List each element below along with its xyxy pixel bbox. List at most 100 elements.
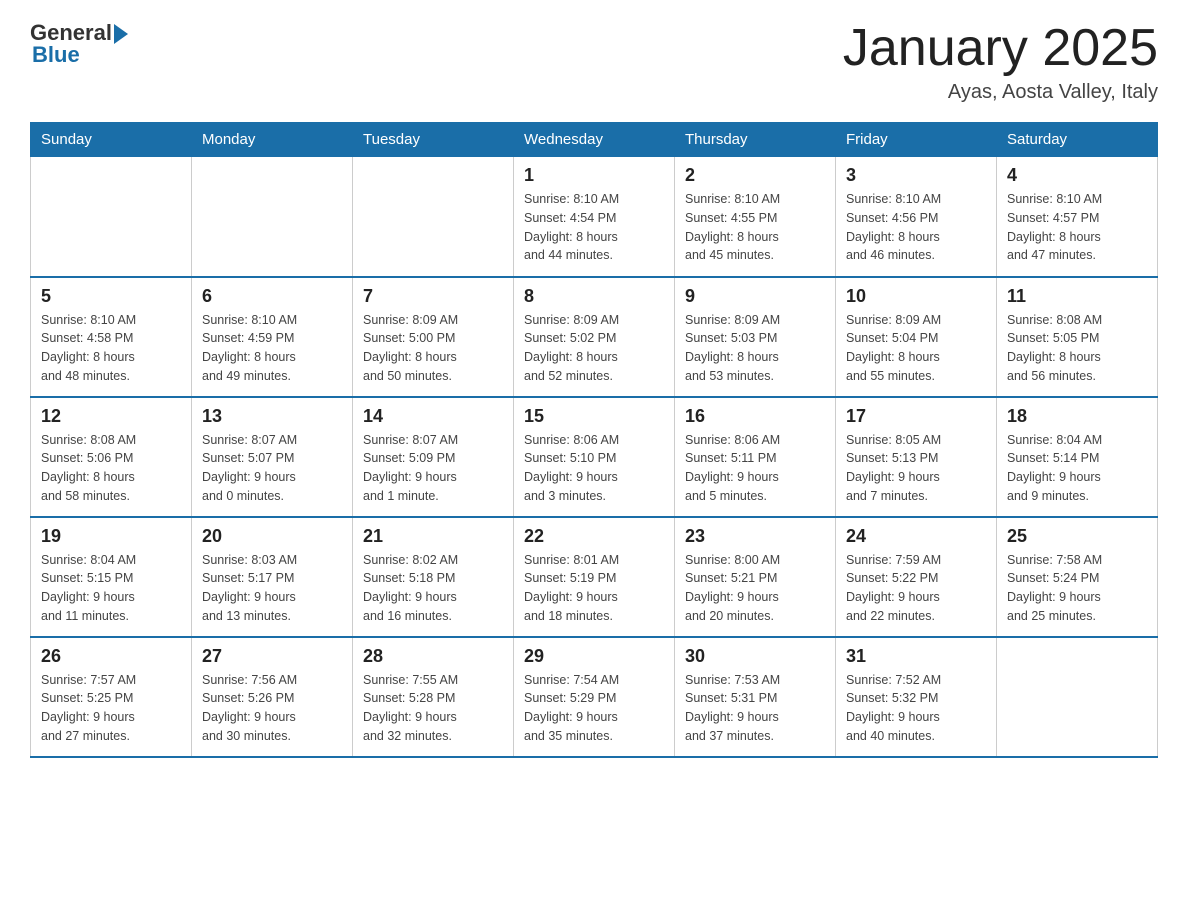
calendar-day-cell: 8 Sunrise: 8:09 AMSunset: 5:02 PMDaylight…	[514, 277, 675, 397]
day-number: 3	[846, 165, 986, 186]
day-number: 11	[1007, 286, 1147, 307]
day-info-text: Sunrise: 7:56 AMSunset: 5:26 PMDaylight:…	[202, 671, 342, 746]
month-title: January 2025	[843, 20, 1158, 77]
calendar-week-row: 1Sunrise: 8:10 AMSunset: 4:54 PMDaylight…	[31, 157, 1158, 277]
day-number: 6	[202, 286, 342, 307]
day-number: 28	[363, 646, 503, 667]
day-number: 23	[685, 526, 825, 547]
calendar-day-cell: 1Sunrise: 8:10 AMSunset: 4:54 PMDaylight…	[514, 157, 675, 277]
day-info-text: Sunrise: 8:01 AMSunset: 5:19 PMDaylight:…	[524, 551, 664, 626]
day-info-text: Sunrise: 7:59 AMSunset: 5:22 PMDaylight:…	[846, 551, 986, 626]
day-info-text: Sunrise: 8:09 AMSunset: 5:03 PMDaylight:…	[685, 311, 825, 386]
day-info-text: Sunrise: 8:07 AMSunset: 5:09 PMDaylight:…	[363, 431, 503, 506]
day-number: 24	[846, 526, 986, 547]
logo-arrow-icon	[114, 24, 128, 44]
calendar-day-cell: 30Sunrise: 7:53 AMSunset: 5:31 PMDayligh…	[675, 637, 836, 757]
day-info-text: Sunrise: 7:54 AMSunset: 5:29 PMDaylight:…	[524, 671, 664, 746]
day-info-text: Sunrise: 8:07 AMSunset: 5:07 PMDaylight:…	[202, 431, 342, 506]
logo: General Blue	[30, 20, 128, 68]
day-info-text: Sunrise: 8:09 AMSunset: 5:04 PMDaylight:…	[846, 311, 986, 386]
calendar-day-cell: 17Sunrise: 8:05 AMSunset: 5:13 PMDayligh…	[836, 397, 997, 517]
day-number: 17	[846, 406, 986, 427]
calendar-day-cell: 28Sunrise: 7:55 AMSunset: 5:28 PMDayligh…	[353, 637, 514, 757]
page-header: General Blue January 2025 Ayas, Aosta Va…	[30, 20, 1158, 104]
day-of-week-header: Friday	[836, 123, 997, 157]
calendar-week-row: 19Sunrise: 8:04 AMSunset: 5:15 PMDayligh…	[31, 517, 1158, 637]
day-number: 30	[685, 646, 825, 667]
calendar-day-cell: 21 Sunrise: 8:02 AMSunset: 5:18 PMDayligh…	[353, 517, 514, 637]
calendar-day-cell: 7 Sunrise: 8:09 AMSunset: 5:00 PMDaylight…	[353, 277, 514, 397]
calendar-day-cell: 6 Sunrise: 8:10 AMSunset: 4:59 PMDaylight…	[192, 277, 353, 397]
day-number: 21	[363, 526, 503, 547]
calendar-day-cell: 22 Sunrise: 8:01 AMSunset: 5:19 PMDayligh…	[514, 517, 675, 637]
calendar-week-row: 26 Sunrise: 7:57 AMSunset: 5:25 PMDayligh…	[31, 637, 1158, 757]
day-number: 20	[202, 526, 342, 547]
calendar-day-cell: 20 Sunrise: 8:03 AMSunset: 5:17 PMDayligh…	[192, 517, 353, 637]
day-info-text: Sunrise: 8:09 AMSunset: 5:00 PMDaylight:…	[363, 311, 503, 386]
calendar-day-cell	[353, 157, 514, 277]
day-number: 9	[685, 286, 825, 307]
calendar-day-cell: 24 Sunrise: 7:59 AMSunset: 5:22 PMDayligh…	[836, 517, 997, 637]
day-info-text: Sunrise: 8:04 AMSunset: 5:14 PMDaylight:…	[1007, 431, 1147, 506]
calendar-week-row: 12 Sunrise: 8:08 AMSunset: 5:06 PMDayligh…	[31, 397, 1158, 517]
calendar-day-cell: 4 Sunrise: 8:10 AMSunset: 4:57 PMDaylight…	[997, 157, 1158, 277]
calendar-day-cell: 15 Sunrise: 8:06 AMSunset: 5:10 PMDayligh…	[514, 397, 675, 517]
day-number: 26	[41, 646, 181, 667]
day-number: 31	[846, 646, 986, 667]
calendar-day-cell: 18Sunrise: 8:04 AMSunset: 5:14 PMDayligh…	[997, 397, 1158, 517]
day-number: 14	[363, 406, 503, 427]
calendar-day-cell: 27 Sunrise: 7:56 AMSunset: 5:26 PMDayligh…	[192, 637, 353, 757]
day-number: 1	[524, 165, 664, 186]
day-number: 12	[41, 406, 181, 427]
calendar-day-cell: 19Sunrise: 8:04 AMSunset: 5:15 PMDayligh…	[31, 517, 192, 637]
calendar-day-cell: 12 Sunrise: 8:08 AMSunset: 5:06 PMDayligh…	[31, 397, 192, 517]
day-number: 27	[202, 646, 342, 667]
day-of-week-header: Wednesday	[514, 123, 675, 157]
calendar-day-cell: 5 Sunrise: 8:10 AMSunset: 4:58 PMDaylight…	[31, 277, 192, 397]
day-info-text: Sunrise: 8:08 AMSunset: 5:06 PMDaylight:…	[41, 431, 181, 506]
day-number: 13	[202, 406, 342, 427]
day-number: 22	[524, 526, 664, 547]
day-number: 8	[524, 286, 664, 307]
day-info-text: Sunrise: 7:58 AMSunset: 5:24 PMDaylight:…	[1007, 551, 1147, 626]
calendar-day-cell: 23Sunrise: 8:00 AMSunset: 5:21 PMDayligh…	[675, 517, 836, 637]
day-number: 2	[685, 165, 825, 186]
calendar-day-cell: 2Sunrise: 8:10 AMSunset: 4:55 PMDaylight…	[675, 157, 836, 277]
day-info-text: Sunrise: 7:52 AMSunset: 5:32 PMDaylight:…	[846, 671, 986, 746]
day-info-text: Sunrise: 8:10 AMSunset: 4:59 PMDaylight:…	[202, 311, 342, 386]
day-of-week-header: Thursday	[675, 123, 836, 157]
day-of-week-header: Monday	[192, 123, 353, 157]
day-info-text: Sunrise: 8:10 AMSunset: 4:57 PMDaylight:…	[1007, 190, 1147, 265]
calendar-day-cell: 13 Sunrise: 8:07 AMSunset: 5:07 PMDayligh…	[192, 397, 353, 517]
day-number: 15	[524, 406, 664, 427]
calendar-day-cell: 3 Sunrise: 8:10 AMSunset: 4:56 PMDaylight…	[836, 157, 997, 277]
calendar-table: SundayMondayTuesdayWednesdayThursdayFrid…	[30, 122, 1158, 758]
calendar-day-cell: 29 Sunrise: 7:54 AMSunset: 5:29 PMDayligh…	[514, 637, 675, 757]
day-info-text: Sunrise: 8:06 AMSunset: 5:10 PMDaylight:…	[524, 431, 664, 506]
calendar-day-cell: 11 Sunrise: 8:08 AMSunset: 5:05 PMDayligh…	[997, 277, 1158, 397]
day-number: 5	[41, 286, 181, 307]
day-of-week-header: Tuesday	[353, 123, 514, 157]
day-number: 4	[1007, 165, 1147, 186]
location-text: Ayas, Aosta Valley, Italy	[843, 81, 1158, 104]
day-info-text: Sunrise: 8:09 AMSunset: 5:02 PMDaylight:…	[524, 311, 664, 386]
day-info-text: Sunrise: 8:10 AMSunset: 4:56 PMDaylight:…	[846, 190, 986, 265]
day-info-text: Sunrise: 8:02 AMSunset: 5:18 PMDaylight:…	[363, 551, 503, 626]
day-info-text: Sunrise: 8:08 AMSunset: 5:05 PMDaylight:…	[1007, 311, 1147, 386]
day-info-text: Sunrise: 7:57 AMSunset: 5:25 PMDaylight:…	[41, 671, 181, 746]
day-number: 29	[524, 646, 664, 667]
title-block: January 2025 Ayas, Aosta Valley, Italy	[843, 20, 1158, 104]
calendar-day-cell	[997, 637, 1158, 757]
day-info-text: Sunrise: 8:06 AMSunset: 5:11 PMDaylight:…	[685, 431, 825, 506]
day-number: 10	[846, 286, 986, 307]
calendar-day-cell: 9 Sunrise: 8:09 AMSunset: 5:03 PMDaylight…	[675, 277, 836, 397]
calendar-day-cell	[192, 157, 353, 277]
day-info-text: Sunrise: 8:10 AMSunset: 4:58 PMDaylight:…	[41, 311, 181, 386]
day-info-text: Sunrise: 8:03 AMSunset: 5:17 PMDaylight:…	[202, 551, 342, 626]
day-number: 7	[363, 286, 503, 307]
calendar-header-row: SundayMondayTuesdayWednesdayThursdayFrid…	[31, 123, 1158, 157]
calendar-day-cell: 26 Sunrise: 7:57 AMSunset: 5:25 PMDayligh…	[31, 637, 192, 757]
logo-blue-text: Blue	[32, 42, 80, 68]
day-number: 25	[1007, 526, 1147, 547]
calendar-day-cell	[31, 157, 192, 277]
